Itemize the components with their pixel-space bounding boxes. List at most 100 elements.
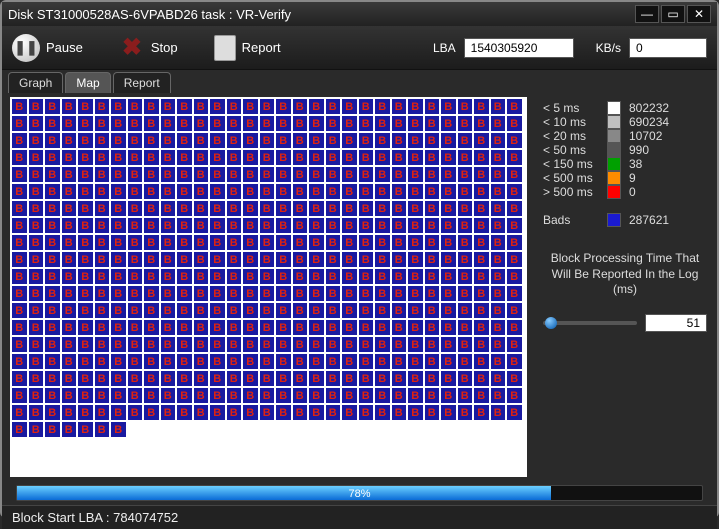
minimize-button[interactable]: — [635, 5, 659, 23]
block-cell: B [110, 251, 127, 268]
stop-icon: ✖ [119, 35, 145, 61]
block-cell: B [358, 200, 375, 217]
pause-icon: ❚❚ [12, 34, 40, 62]
block-cell: B [242, 302, 259, 319]
block-cell: B [94, 98, 111, 115]
block-cell: B [176, 353, 193, 370]
slider-hint: Block Processing Time That Will Be Repor… [543, 251, 707, 298]
block-cell: B [44, 183, 61, 200]
block-cell: B [473, 234, 490, 251]
block-cell: B [325, 149, 342, 166]
block-cell: B [226, 234, 243, 251]
block-cell: B [275, 387, 292, 404]
block-cell: B [308, 98, 325, 115]
block-cell: B [407, 132, 424, 149]
block-cell: B [94, 149, 111, 166]
block-cell: B [193, 370, 210, 387]
block-cell: B [61, 421, 78, 438]
report-button[interactable]: Report [214, 35, 281, 61]
slider-track[interactable] [543, 321, 637, 325]
block-cell: B [110, 353, 127, 370]
block-cell: B [127, 302, 144, 319]
block-cell: B [325, 404, 342, 421]
slider-thumb[interactable] [545, 317, 557, 329]
block-cell: B [110, 319, 127, 336]
block-cell: B [61, 251, 78, 268]
block-cell: B [457, 336, 474, 353]
block-cell: B [11, 166, 28, 183]
block-cell: B [127, 251, 144, 268]
close-button[interactable]: ✕ [687, 5, 711, 23]
block-cell: B [391, 353, 408, 370]
pause-button[interactable]: ❚❚ Pause [12, 34, 83, 62]
block-cell: B [209, 132, 226, 149]
block-cell: B [308, 149, 325, 166]
block-cell: B [407, 268, 424, 285]
block-cell: B [275, 302, 292, 319]
block-cell: B [341, 268, 358, 285]
block-cell: B [44, 132, 61, 149]
block-cell: B [160, 302, 177, 319]
kbs-input[interactable] [629, 38, 707, 58]
block-cell: B [506, 183, 523, 200]
block-cell: B [94, 183, 111, 200]
block-cell: B [242, 234, 259, 251]
block-cell: B [77, 115, 94, 132]
tab-graph[interactable]: Graph [8, 72, 63, 93]
block-cell: B [193, 404, 210, 421]
block-cell: B [440, 336, 457, 353]
block-cell: B [193, 387, 210, 404]
block-cell: B [61, 285, 78, 302]
block-cell: B [28, 217, 45, 234]
stop-button[interactable]: ✖ Stop [119, 35, 178, 61]
maximize-button[interactable]: ▭ [661, 5, 685, 23]
legend-row: < 50 ms990 [543, 143, 707, 157]
block-cell: B [341, 404, 358, 421]
block-cell: B [226, 302, 243, 319]
block-cell: B [490, 183, 507, 200]
block-cell: B [259, 149, 276, 166]
block-cell: B [11, 183, 28, 200]
block-cell: B [127, 387, 144, 404]
block-cell: B [440, 217, 457, 234]
block-cell: B [374, 285, 391, 302]
block-cell: B [127, 404, 144, 421]
block-cell: B [374, 166, 391, 183]
block-cell: B [61, 166, 78, 183]
block-cell: B [292, 336, 309, 353]
tab-report[interactable]: Report [113, 72, 171, 93]
block-cell: B [44, 217, 61, 234]
progress-wrap: 78% [2, 481, 717, 505]
block-cell: B [424, 149, 441, 166]
tab-map[interactable]: Map [65, 72, 110, 93]
block-cell: B [490, 217, 507, 234]
threshold-slider[interactable]: 51 [543, 314, 707, 332]
block-cell: B [374, 234, 391, 251]
block-cell: B [61, 183, 78, 200]
legend-swatch [607, 101, 621, 115]
block-cell: B [440, 370, 457, 387]
block-cell: B [28, 387, 45, 404]
block-cell: B [110, 302, 127, 319]
block-cell: B [259, 302, 276, 319]
block-cell: B [457, 251, 474, 268]
block-cell: B [424, 319, 441, 336]
block-cell: B [209, 302, 226, 319]
block-cell: B [127, 115, 144, 132]
block-cell: B [391, 387, 408, 404]
block-cell: B [391, 234, 408, 251]
legend-count: 990 [629, 143, 649, 157]
block-cell: B [424, 404, 441, 421]
block-cell: B [292, 132, 309, 149]
block-cell: B [473, 353, 490, 370]
lba-input[interactable] [464, 38, 574, 58]
block-cell: B [308, 115, 325, 132]
block-cell: B [77, 166, 94, 183]
block-cell: B [391, 115, 408, 132]
block-cell: B [358, 98, 375, 115]
block-cell: B [374, 98, 391, 115]
slider-value[interactable]: 51 [645, 314, 707, 332]
block-cell: B [94, 132, 111, 149]
legend-label: > 500 ms [543, 185, 599, 199]
block-cell: B [160, 404, 177, 421]
